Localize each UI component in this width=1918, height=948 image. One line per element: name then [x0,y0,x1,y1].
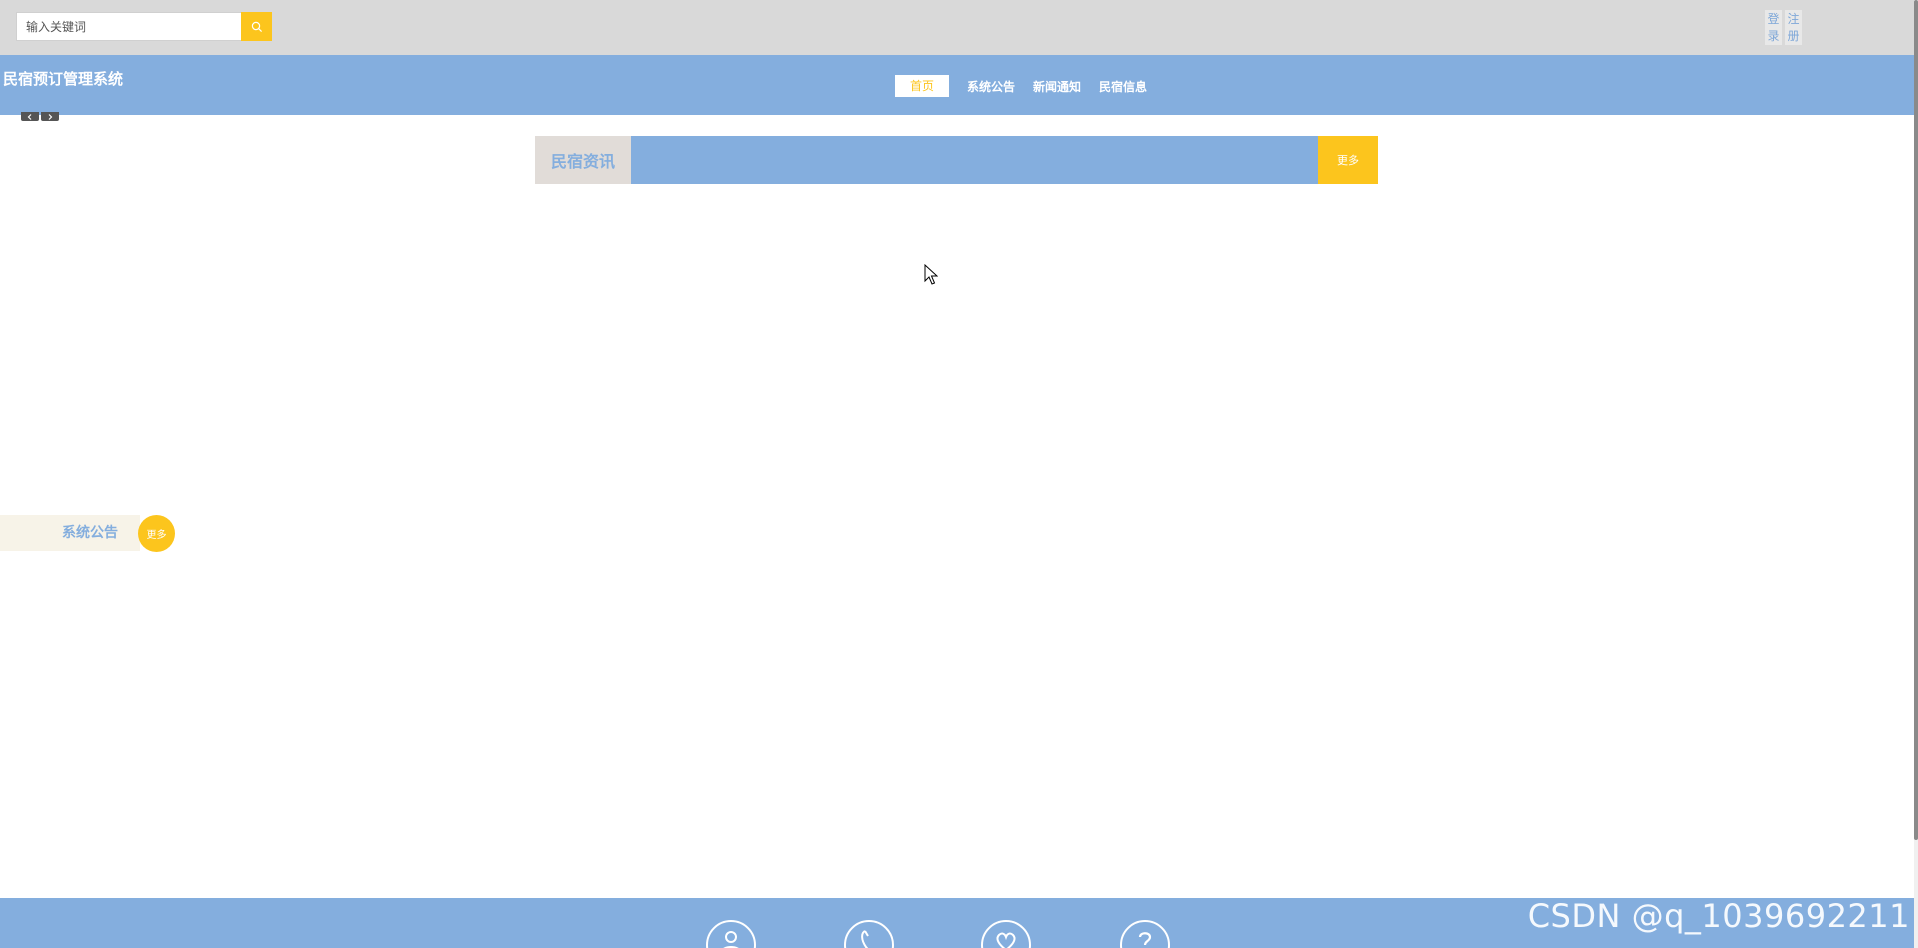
login-link[interactable]: 登录 [1765,10,1782,45]
announcement-more-button[interactable]: 更多 [138,515,175,552]
nav-announcements[interactable]: 系统公告 [967,78,1015,95]
search-button[interactable] [241,12,272,41]
section-title: 民宿资讯 [535,136,631,184]
question-icon [1138,932,1152,946]
footer-heart-button[interactable] [981,920,1031,948]
search-icon [251,21,262,32]
scrollbar-thumb[interactable] [1914,0,1918,840]
user-icon [723,931,739,948]
page-scrollbar[interactable] [1914,0,1918,948]
homestay-news-section-header: 民宿资讯 更多 [535,136,1378,184]
auth-links: 登录 注册 [1765,10,1802,45]
header: 民宿预订管理系统 首页 系统公告 新闻通知 民宿信息 [0,55,1914,115]
carousel-next-button[interactable] [41,112,59,121]
heart-icon [996,932,1016,948]
search-input[interactable] [16,12,241,41]
footer-user-button[interactable] [706,920,756,948]
announcement-section-header: 系统公告 更多 [0,515,175,552]
chevron-left-icon [27,113,32,120]
carousel-controls [21,112,59,121]
page: 登录 注册 民宿预订管理系统 首页 系统公告 新闻通知 民宿信息 民宿资讯 更多 [0,0,1918,948]
nav-home[interactable]: 首页 [895,75,949,97]
phone-icon [861,930,869,948]
top-bar: 登录 注册 [0,0,1914,55]
main-nav: 首页 系统公告 新闻通知 民宿信息 [895,75,1165,97]
search-bar [16,12,272,41]
carousel-prev-button[interactable] [21,112,39,121]
chevron-right-icon [48,113,53,120]
watermark: CSDN @q_1039692211 [1527,897,1910,935]
announcement-title: 系统公告 [0,515,140,551]
footer-help-button[interactable] [1120,920,1170,948]
mouse-cursor-icon [924,264,938,285]
section-more-button[interactable]: 更多 [1318,136,1378,184]
nav-homestays[interactable]: 民宿信息 [1099,78,1147,95]
nav-news[interactable]: 新闻通知 [1033,78,1081,95]
section-bar-fill [631,136,1318,184]
register-link[interactable]: 注册 [1785,10,1802,45]
site-title: 民宿预订管理系统 [3,70,124,88]
footer-phone-button[interactable] [844,920,894,948]
